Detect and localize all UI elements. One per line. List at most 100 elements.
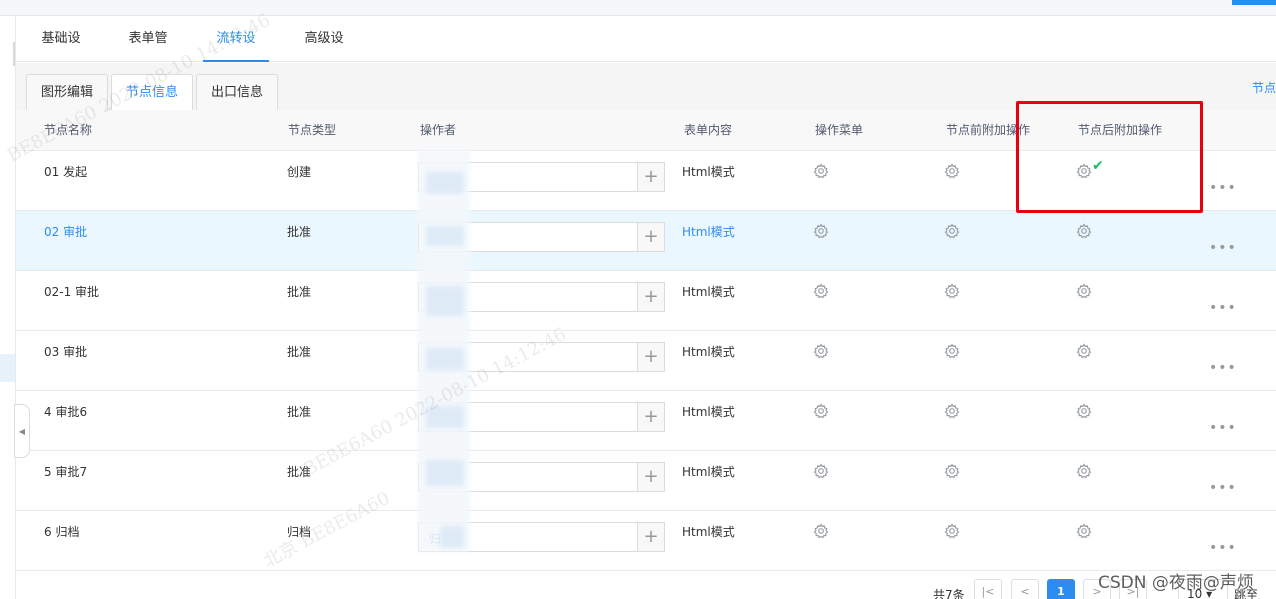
tab-exit-info[interactable]: 出口信息 xyxy=(196,74,278,110)
node-name: 4 审批6 xyxy=(44,405,88,419)
left-sidebar xyxy=(0,16,16,599)
sub-tab-bar: 图形编辑 节点信息 出口信息 节点 xyxy=(16,63,1276,111)
column-node-type: 节点类型 xyxy=(288,123,337,137)
collapse-sidebar-button[interactable]: ◀ xyxy=(14,404,30,458)
action-menu-gear-icon[interactable] xyxy=(813,223,829,239)
column-pre-action: 节点前附加操作 xyxy=(946,123,1031,137)
action-menu-gear-icon[interactable] xyxy=(813,463,829,479)
table-row[interactable]: 6 归档 归档 归 + Html模式 ••• xyxy=(16,511,1276,571)
form-content: Html模式 xyxy=(682,525,735,539)
next-page-button[interactable]: > xyxy=(1083,579,1111,599)
pre-action-gear-icon[interactable] xyxy=(944,463,960,479)
table-row[interactable]: 02-1 审批 批准 + Html模式 ••• xyxy=(16,271,1276,331)
sidebar-active-item[interactable] xyxy=(0,354,15,382)
form-content: Html模式 xyxy=(682,165,735,179)
post-action-gear-icon[interactable] xyxy=(1076,463,1092,479)
post-action-gear-icon[interactable] xyxy=(1076,523,1092,539)
post-action-gear-icon[interactable] xyxy=(1076,223,1092,239)
redaction-block xyxy=(426,460,464,486)
action-menu-gear-icon[interactable] xyxy=(813,163,829,179)
more-icon[interactable]: ••• xyxy=(1209,301,1237,315)
form-content: Html模式 xyxy=(682,225,735,239)
pre-action-gear-icon[interactable] xyxy=(944,163,960,179)
column-action-menu: 操作菜单 xyxy=(815,123,864,137)
post-action-gear-icon[interactable] xyxy=(1076,283,1092,299)
table-row[interactable]: 01 发起 创建 + Html模式 ✔ ••• xyxy=(16,151,1276,211)
table-header: 节点名称 节点类型 操作者 表单内容 操作菜单 节点前附加操作 节点后附加操作 xyxy=(16,110,1276,151)
table-row[interactable]: 02 审批 批准 + Html模式 ••• xyxy=(16,211,1276,271)
redaction-block xyxy=(426,348,464,370)
form-content: Html模式 xyxy=(682,285,735,299)
add-operator-button[interactable]: + xyxy=(637,342,665,372)
total-count: 共7条 xyxy=(933,588,965,599)
page-size-value: 10 xyxy=(1187,587,1203,599)
action-menu-gear-icon[interactable] xyxy=(813,403,829,419)
tab-advanced-settings[interactable]: 高级设置 xyxy=(299,16,349,92)
add-operator-button[interactable]: + xyxy=(637,282,665,312)
add-operator-button[interactable]: + xyxy=(637,402,665,432)
node-name: 5 审批7 xyxy=(44,465,88,479)
table-row[interactable]: 4 审批6 批准 + Html模式 ••• xyxy=(16,391,1276,451)
page-number-button[interactable]: 1 xyxy=(1047,579,1075,599)
more-icon[interactable]: ••• xyxy=(1209,181,1237,195)
more-icon[interactable]: ••• xyxy=(1209,481,1237,495)
caret-left-icon: ◀ xyxy=(18,426,26,436)
add-operator-button[interactable]: + xyxy=(637,522,665,552)
form-content: Html模式 xyxy=(682,345,735,359)
action-menu-gear-icon[interactable] xyxy=(813,343,829,359)
post-action-gear-icon[interactable] xyxy=(1076,403,1092,419)
action-menu-gear-icon[interactable] xyxy=(813,523,829,539)
tab-flow-settings[interactable]: 流转设置 xyxy=(203,16,269,92)
table-row[interactable]: 03 审批 批准 + Html模式 ••• xyxy=(16,331,1276,391)
pre-action-gear-icon[interactable] xyxy=(944,403,960,419)
column-post-action: 节点后附加操作 xyxy=(1078,123,1163,137)
node-type: 批准 xyxy=(287,405,312,419)
form-content: Html模式 xyxy=(682,465,735,479)
add-operator-button[interactable]: + xyxy=(637,462,665,492)
node-name: 03 审批 xyxy=(44,345,88,359)
node-name: 01 发起 xyxy=(44,165,88,179)
top-bar xyxy=(0,0,1276,16)
node-name: 02 审批 xyxy=(44,225,88,239)
form-content: Html模式 xyxy=(682,405,735,419)
prev-page-button[interactable]: < xyxy=(1011,579,1039,599)
pre-action-gear-icon[interactable] xyxy=(944,223,960,239)
top-bar-button[interactable] xyxy=(1232,0,1276,5)
chevron-down-icon: ▾ xyxy=(1206,587,1213,599)
add-operator-button[interactable]: + xyxy=(637,162,665,192)
post-action-gear-icon[interactable] xyxy=(1076,343,1092,359)
node-type: 归档 xyxy=(287,525,312,539)
checkmark-icon: ✔ xyxy=(1092,158,1104,174)
first-page-button[interactable]: |< xyxy=(974,579,1002,599)
table-row[interactable]: 5 审批7 批准 + Html模式 ••• xyxy=(16,451,1276,511)
node-name: 02-1 审批 xyxy=(44,285,100,299)
column-form-content: 表单内容 xyxy=(684,123,733,137)
pre-action-gear-icon[interactable] xyxy=(944,343,960,359)
more-icon[interactable]: ••• xyxy=(1209,241,1237,255)
tab-graphic-edit[interactable]: 图形编辑 xyxy=(26,74,108,110)
node-type: 批准 xyxy=(287,285,312,299)
tab-node-info[interactable]: 节点信息 xyxy=(111,74,193,111)
pagination: 共7条 |< < 1 > >| 10 ▾ 跳至 1 xyxy=(16,572,1276,599)
pre-action-gear-icon[interactable] xyxy=(944,283,960,299)
last-page-button[interactable]: >| xyxy=(1119,579,1147,599)
node-type: 创建 xyxy=(287,165,312,179)
tab-form-management[interactable]: 表单管理 xyxy=(123,16,173,92)
more-icon[interactable]: ••• xyxy=(1209,541,1237,555)
node-type: 批准 xyxy=(287,225,312,239)
main-tabs: 基础设置 表单管理 流转设置 高级设置 xyxy=(16,16,1276,92)
add-operator-button[interactable]: + xyxy=(637,222,665,252)
node-type: 批准 xyxy=(287,345,312,359)
action-menu-gear-icon[interactable] xyxy=(813,283,829,299)
post-action-gear-icon[interactable] xyxy=(1076,163,1092,179)
more-icon[interactable]: ••• xyxy=(1209,361,1237,375)
redaction-block xyxy=(440,526,464,548)
tab-basic-settings[interactable]: 基础设置 xyxy=(36,16,86,92)
node-type: 批准 xyxy=(287,465,312,479)
pre-action-gear-icon[interactable] xyxy=(944,523,960,539)
more-icon[interactable]: ••• xyxy=(1209,421,1237,435)
page-size-select[interactable]: 10 ▾ xyxy=(1178,579,1228,599)
redaction-block xyxy=(426,172,464,194)
subbar-link[interactable]: 节点 xyxy=(1252,79,1276,96)
column-node-name: 节点名称 xyxy=(44,123,93,137)
